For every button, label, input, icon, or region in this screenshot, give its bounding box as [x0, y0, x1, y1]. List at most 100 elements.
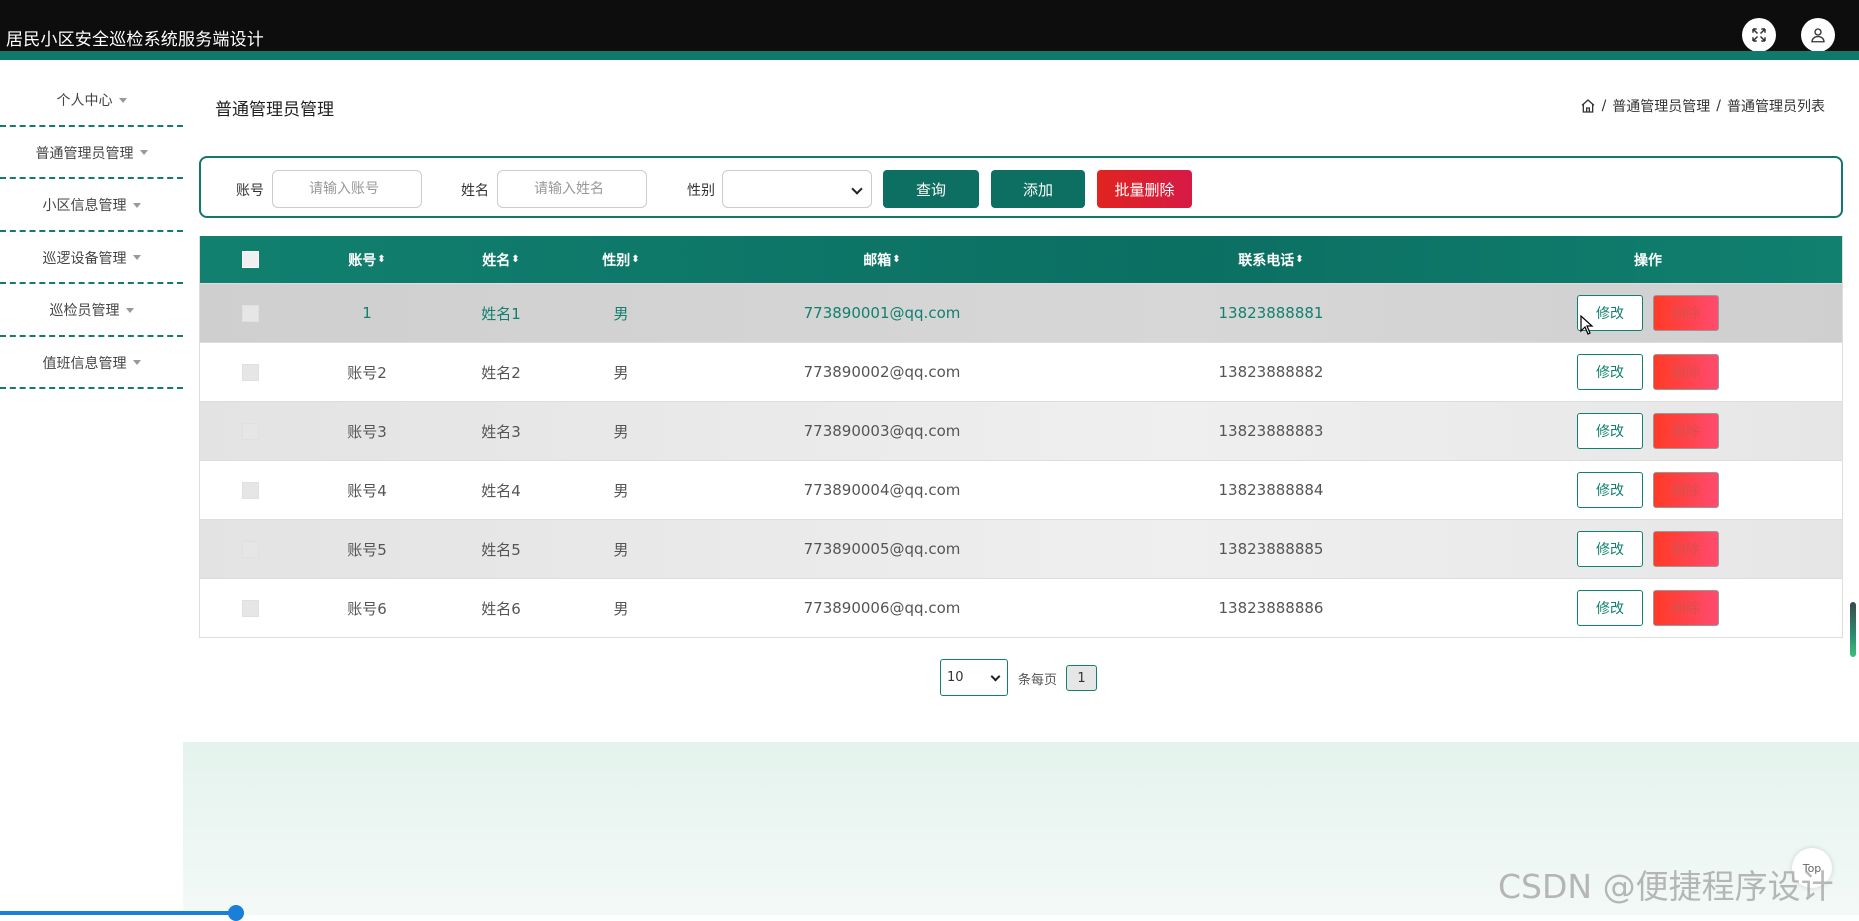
actions-cell: 修改 删除 — [1452, 520, 1844, 578]
cell-email: 773890006@qq.com — [803, 599, 961, 617]
header-email[interactable]: 邮箱 ⬍ — [674, 236, 1090, 283]
row-checkbox[interactable] — [241, 422, 259, 440]
add-button[interactable]: 添加 — [991, 170, 1085, 208]
breadcrumb-separator: / — [1601, 98, 1607, 114]
table-row[interactable]: 账号4 姓名4 男 773890004@qq.com 13823888884 修改 删除 — [200, 460, 1842, 519]
progress-bar — [0, 911, 236, 915]
sort-icon: ⬍ — [631, 254, 640, 265]
actions-cell: 修改 删除 — [1452, 284, 1844, 342]
row-select-cell — [200, 579, 300, 637]
query-button[interactable]: 查询 — [883, 170, 979, 208]
breadcrumb-item-admin-management[interactable]: 普通管理员管理 — [1612, 96, 1710, 116]
table-row[interactable]: 账号6 姓名6 男 773890006@qq.com 13823888886 修改 删除 — [200, 578, 1842, 637]
delete-button[interactable]: 删除 — [1653, 413, 1719, 449]
cell-phone: 13823888886 — [1218, 599, 1324, 617]
breadcrumb: / 普通管理员管理 / 普通管理员列表 — [1580, 96, 1825, 116]
cell-phone: 13823888882 — [1218, 363, 1324, 381]
cell-name: 姓名1 — [481, 304, 521, 323]
select-all-cell — [200, 236, 300, 283]
caret-down-icon — [132, 255, 141, 261]
row-checkbox[interactable] — [241, 599, 259, 617]
cell-name: 姓名3 — [481, 422, 521, 441]
cell-email: 773890001@qq.com — [803, 304, 961, 322]
sidebar: 个人中心 普通管理员管理 小区信息管理 巡逻设备管理 巡检员管理 值班信息管理 — [0, 74, 183, 389]
cell-phone: 13823888884 — [1218, 481, 1324, 499]
account-search-input[interactable] — [272, 170, 422, 208]
table-row[interactable]: 账号3 姓名3 男 773890003@qq.com 13823888883 修改 删除 — [200, 401, 1842, 460]
per-page-label: 条每页 — [1018, 673, 1058, 688]
cell-phone: 13823888885 — [1218, 540, 1324, 558]
scrollbar-thumb[interactable] — [1850, 602, 1856, 657]
delete-button[interactable]: 删除 — [1653, 354, 1719, 390]
select-all-checkbox[interactable] — [241, 251, 259, 268]
sidebar-item-personal-center[interactable]: 个人中心 — [0, 74, 183, 127]
header-gender[interactable]: 性别 ⬍ — [568, 236, 674, 283]
cell-email: 773890005@qq.com — [803, 540, 961, 558]
batch-delete-button[interactable]: 批量删除 — [1097, 170, 1192, 208]
row-checkbox[interactable] — [241, 304, 259, 322]
row-checkbox[interactable] — [241, 540, 259, 558]
sort-icon: ⬍ — [511, 254, 520, 265]
sort-icon: ⬍ — [377, 254, 386, 265]
cell-gender: 男 — [613, 304, 629, 323]
edit-button[interactable]: 修改 — [1577, 590, 1643, 626]
caret-down-icon — [132, 360, 141, 366]
delete-button[interactable]: 删除 — [1653, 472, 1719, 508]
progress-handle[interactable] — [228, 905, 244, 921]
sidebar-item-inspector-management[interactable]: 巡检员管理 — [0, 284, 183, 337]
page-number-button[interactable]: 1 — [1066, 665, 1097, 691]
header-name[interactable]: 姓名 ⬍ — [434, 236, 568, 283]
cell-account: 账号2 — [347, 363, 387, 382]
cell-account: 账号6 — [347, 599, 387, 618]
table-row[interactable]: 账号2 姓名2 男 773890002@qq.com 13823888882 修改 删除 — [200, 342, 1842, 401]
home-icon[interactable] — [1580, 98, 1596, 114]
row-checkbox[interactable] — [241, 481, 259, 499]
gender-label: 性别 — [687, 183, 715, 199]
header-actions: 操作 — [1452, 236, 1844, 283]
actions-cell: 修改 删除 — [1452, 343, 1844, 401]
row-select-cell — [200, 284, 300, 342]
row-checkbox[interactable] — [241, 363, 259, 381]
sort-icon: ⬍ — [1295, 254, 1304, 265]
row-select-cell — [200, 402, 300, 460]
name-label: 姓名 — [461, 183, 489, 199]
sidebar-item-admin-management[interactable]: 普通管理员管理 — [0, 127, 183, 180]
breadcrumb-item-admin-list: 普通管理员列表 — [1727, 99, 1825, 115]
cell-email: 773890002@qq.com — [803, 363, 961, 381]
header-account[interactable]: 账号 ⬍ — [300, 236, 434, 283]
sidebar-item-label: 巡检员管理 — [49, 303, 120, 320]
sidebar-item-patrol-equipment[interactable]: 巡逻设备管理 — [0, 232, 183, 285]
sort-icon: ⬍ — [892, 254, 901, 265]
row-select-cell — [200, 343, 300, 401]
caret-down-icon — [118, 97, 127, 103]
sidebar-item-label: 普通管理员管理 — [35, 145, 134, 162]
delete-button[interactable]: 删除 — [1653, 531, 1719, 567]
edit-button[interactable]: 修改 — [1577, 531, 1643, 567]
caret-down-icon — [125, 307, 134, 313]
cell-account: 账号4 — [347, 481, 387, 500]
table-row[interactable]: 1 姓名1 男 773890001@qq.com 13823888881 修改 删除 — [200, 283, 1842, 342]
table-header: 账号 ⬍ 姓名 ⬍ 性别 ⬍ 邮箱 ⬍ 联系电话 ⬍ 操作 — [200, 236, 1842, 283]
delete-button[interactable]: 删除 — [1653, 590, 1719, 626]
cell-name: 姓名6 — [481, 599, 521, 618]
edit-button[interactable]: 修改 — [1577, 413, 1643, 449]
gender-select[interactable] — [722, 170, 872, 208]
user-button[interactable] — [1801, 18, 1835, 52]
row-select-cell — [200, 461, 300, 519]
edit-button[interactable]: 修改 — [1577, 472, 1643, 508]
sidebar-item-community-info[interactable]: 小区信息管理 — [0, 179, 183, 232]
sidebar-item-label: 值班信息管理 — [42, 355, 127, 372]
actions-cell: 修改 删除 — [1452, 461, 1844, 519]
cell-account: 账号3 — [347, 422, 387, 441]
edit-button[interactable]: 修改 — [1577, 354, 1643, 390]
cell-name: 姓名2 — [481, 363, 521, 382]
fullscreen-button[interactable] — [1742, 18, 1776, 52]
header-phone[interactable]: 联系电话 ⬍ — [1090, 236, 1452, 283]
cell-name: 姓名4 — [481, 481, 521, 500]
sidebar-item-duty-info[interactable]: 值班信息管理 — [0, 337, 183, 390]
delete-button[interactable]: 删除 — [1653, 295, 1719, 331]
cell-gender: 男 — [613, 481, 629, 500]
name-search-input[interactable] — [497, 170, 647, 208]
table-row[interactable]: 账号5 姓名5 男 773890005@qq.com 13823888885 修改 删除 — [200, 519, 1842, 578]
page-size-select[interactable]: 10 — [940, 659, 1008, 696]
